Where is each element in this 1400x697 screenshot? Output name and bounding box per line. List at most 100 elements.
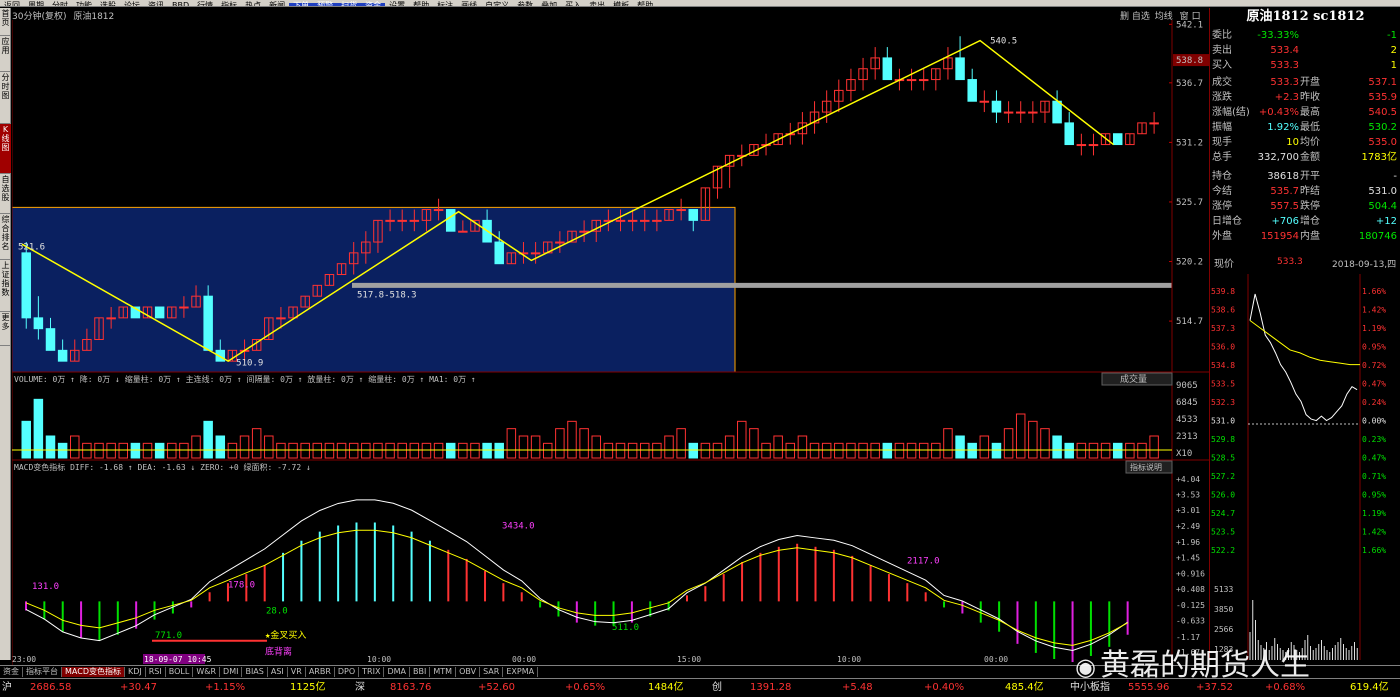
left-tab[interactable]: 自选股 — [0, 174, 11, 214]
indicator-tab[interactable]: DPO — [335, 667, 360, 677]
toolbar-item[interactable]: 分时 — [48, 2, 72, 7]
toolbar-item[interactable]: 周期 — [24, 2, 48, 7]
indicator-tab[interactable]: TRIX — [359, 667, 385, 677]
toolbar-item[interactable]: 设置 — [385, 2, 409, 7]
candle — [688, 209, 699, 221]
indicator-tab[interactable]: BIAS — [242, 667, 268, 677]
toolbar-item[interactable]: 标注 — [433, 2, 457, 7]
mini-pct-tick: 1.42% — [1362, 528, 1386, 537]
volume-bar — [955, 435, 965, 459]
time-tick: 00:00 — [984, 655, 1008, 664]
toolbar-item[interactable]: 扫货 — [337, 2, 362, 6]
toolbar-item[interactable]: 返回 — [0, 2, 24, 7]
left-tab[interactable]: 分时图 — [0, 72, 11, 124]
mini-price-tick: 526.0 — [1211, 491, 1235, 500]
candle — [1088, 144, 1099, 147]
toolbar-item[interactable]: 行情 — [193, 2, 217, 7]
candle — [494, 241, 504, 265]
cy-pct: +0.40% — [924, 682, 965, 693]
indicator-tab[interactable]: 资金 — [0, 667, 23, 677]
weibo-watermark: ◉ 黄磊的期货人生 — [1075, 640, 1310, 684]
toolbar-item[interactable]: 卖出 — [585, 2, 609, 7]
volume-bar — [385, 442, 395, 459]
price-tick: 542.1 — [1176, 20, 1203, 30]
candle — [882, 57, 893, 81]
macd-button[interactable]: 指标说明 — [1130, 462, 1162, 472]
intraday-mini-chart[interactable]: 539.8 1.66% 538.6 1.42% 537.3 1.19% 536.0 0.95%… — [1210, 274, 1400, 660]
indicator-tab[interactable]: ARBR — [306, 667, 335, 677]
mini-price-tick: 523.5 — [1211, 528, 1235, 537]
indicator-tab[interactable]: MACD变色指标 — [62, 667, 125, 677]
volume-bar — [809, 442, 820, 459]
volume-bar — [57, 442, 68, 459]
toolbar-item[interactable]: 功能 — [72, 2, 96, 7]
volume-bar — [70, 435, 80, 459]
left-tab[interactable]: 更多 — [0, 312, 11, 346]
indicator-tab[interactable]: BOLL — [166, 667, 194, 677]
toolbar-item[interactable]: 自定义 — [481, 2, 513, 7]
quote-value-2: 540.5 — [1368, 107, 1397, 118]
quote-label-2: 均价 — [1300, 137, 1320, 148]
volume-bar — [1112, 442, 1123, 459]
indicator-tab[interactable]: EXPMA — [503, 667, 539, 677]
toolbar-item[interactable]: 资讯 — [144, 2, 168, 7]
macd-tick: -0.633 — [1176, 617, 1205, 626]
left-tab[interactable]: 综合排名 — [0, 214, 11, 260]
indicator-tab[interactable]: BBI — [410, 667, 431, 677]
quote-row: 买入 533.3 1 — [1212, 58, 1399, 73]
volume-bar — [700, 442, 711, 459]
toolbar-item[interactable]: 预警 — [313, 2, 338, 6]
quote-label: 委比 — [1212, 30, 1232, 41]
volume-bar — [361, 442, 371, 459]
indicator-tab[interactable]: KDJ — [125, 667, 146, 677]
quote-value-2: +12 — [1375, 216, 1397, 227]
toolbar-item[interactable]: 买入 — [561, 2, 585, 7]
toolbar-item[interactable]: 新闻 — [265, 2, 289, 7]
candle — [154, 306, 165, 319]
toolbar-item[interactable]: 叠加 — [537, 2, 561, 7]
toolbar-item[interactable]: 画线 — [457, 2, 481, 7]
top-toolbar[interactable]: 返回 周期 分时 功能 选股 论坛 资讯 BBD 行情 指标 热点 新闻 下单 预警 扫货 资金 设置 帮助 标注画… — [0, 0, 1400, 7]
mini-price-tick: 533.5 — [1211, 380, 1235, 389]
candle — [1015, 111, 1026, 114]
toolbar-item[interactable]: 帮助 — [633, 2, 657, 7]
mini-price: 533.3 — [1277, 257, 1303, 267]
indicator-tab[interactable]: MTM — [430, 667, 457, 677]
macd-tick: +2.49 — [1176, 522, 1200, 531]
indicator-tab[interactable]: W&R — [193, 667, 221, 677]
toolbar-item[interactable]: 模板 — [609, 2, 633, 7]
indicator-tab[interactable]: DMA — [384, 667, 411, 677]
volume-bar — [943, 428, 953, 459]
left-tab[interactable]: K线图 — [0, 124, 11, 174]
indicator-tab[interactable]: 指标平台 — [23, 667, 62, 677]
indicator-tab[interactable]: VR — [288, 667, 306, 677]
candle — [33, 317, 44, 330]
toolbar-item[interactable]: 指标 — [217, 2, 241, 7]
indicator-tab[interactable]: SAR — [480, 667, 504, 677]
quote-label: 买入 — [1212, 60, 1232, 71]
toolbar-item[interactable]: 资金 — [361, 2, 386, 6]
left-tab[interactable]: 应用 — [0, 36, 11, 72]
chart-area[interactable]: 542.1 536.7 531.2 525.7 520.2 514.7 538.8 521.6… — [12, 20, 1209, 665]
candle — [1076, 144, 1087, 147]
quote-label-2: 内盘 — [1300, 231, 1320, 242]
candle — [615, 219, 626, 222]
toolbar-item[interactable]: 热点 — [241, 2, 265, 7]
indicator-tab[interactable]: DMI — [220, 667, 243, 677]
indicator-tab[interactable]: RSI — [146, 667, 166, 677]
toolbar-item[interactable]: 帮助 — [409, 2, 433, 7]
mini-pct-tick: 0.47% — [1362, 454, 1386, 463]
volume-button[interactable]: 成交量 — [1120, 373, 1147, 385]
toolbar-item[interactable]: 参数 — [513, 2, 537, 7]
volume-bar — [870, 442, 880, 459]
toolbar-item[interactable]: 选股 — [96, 2, 120, 7]
indicator-tab[interactable]: OBV — [456, 667, 481, 677]
toolbar-item[interactable]: 论坛 — [120, 2, 144, 7]
toolbar-item[interactable]: 下单 — [289, 2, 314, 6]
toolbar-item[interactable]: BBD — [168, 2, 193, 7]
candle — [1003, 111, 1014, 114]
indicator-tab[interactable]: ASI — [268, 667, 288, 677]
cy-change: +5.48 — [842, 682, 873, 693]
left-tab[interactable]: 首页 — [0, 8, 11, 36]
left-tab[interactable]: 上证指数 — [0, 260, 11, 312]
